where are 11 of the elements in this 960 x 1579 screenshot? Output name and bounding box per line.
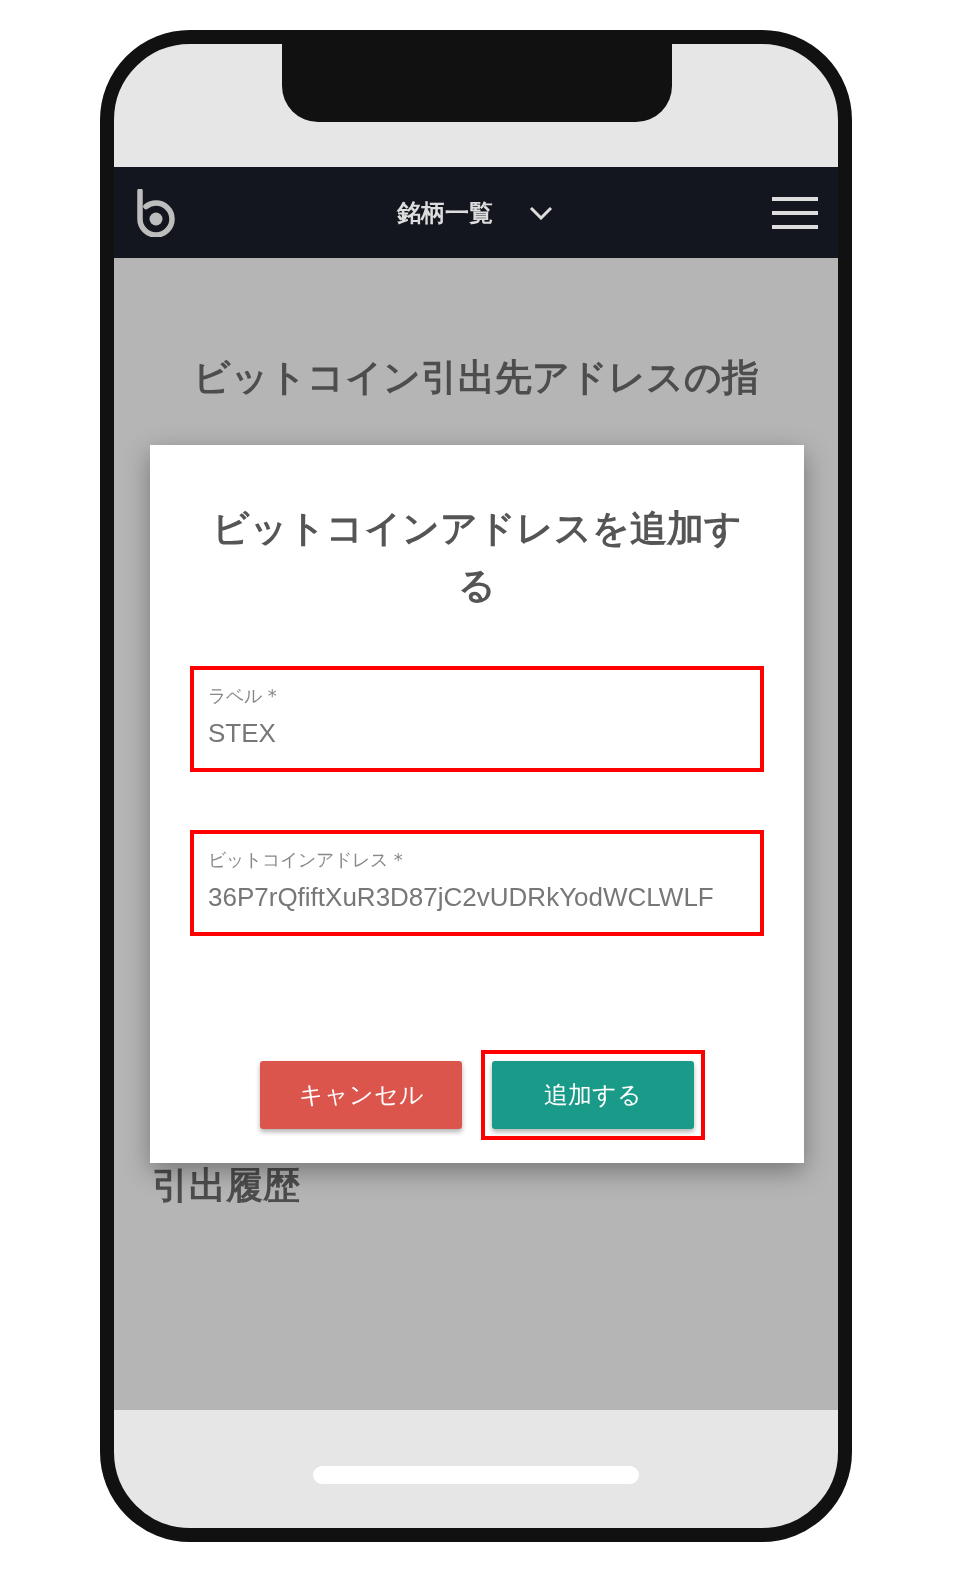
chevron-down-icon[interactable] <box>529 205 553 220</box>
header-title[interactable]: 銘柄一覧 <box>397 196 493 229</box>
input-field[interactable]: ラベル * STEX <box>190 666 764 772</box>
menu-icon[interactable] <box>772 196 818 229</box>
input-field[interactable]: ビットコインアドレス * 36P7rQfiftXuR3D87jC2vUDRkYodWCLWLF <box>190 830 764 936</box>
section-heading: 引出履歴 <box>152 1163 301 1209</box>
logo-icon <box>134 188 178 237</box>
dialog-title: ビットコインアドレスを追加する <box>211 506 743 609</box>
cancel-button[interactable]: キャンセル <box>260 1061 462 1129</box>
add-button[interactable]: 追加する <box>492 1061 694 1129</box>
page-title: ビットコイン引出先アドレスの指 <box>192 355 760 401</box>
